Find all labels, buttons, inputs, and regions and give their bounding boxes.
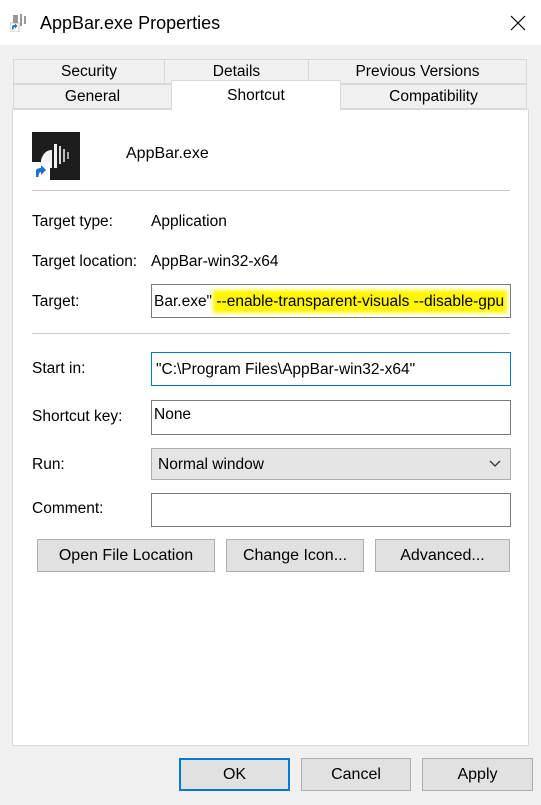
close-icon: [510, 15, 526, 30]
advanced-button[interactable]: Advanced...: [375, 539, 510, 572]
target-label: Target:: [32, 293, 80, 310]
open-file-location-button[interactable]: Open File Location: [37, 539, 215, 572]
shortcut-key-text: None: [154, 406, 192, 423]
change-icon-button[interactable]: Change Icon...: [226, 539, 364, 572]
close-button[interactable]: [495, 0, 541, 45]
title-bar: AppBar.exe Properties: [0, 0, 541, 45]
target-text-highlighted: --enable-transparent-visuals --disable-g…: [216, 293, 505, 310]
comment-input[interactable]: [151, 493, 511, 527]
tab-shortcut[interactable]: Shortcut: [171, 80, 341, 110]
ok-button[interactable]: OK: [179, 758, 290, 791]
comment-label: Comment:: [32, 500, 104, 517]
run-select[interactable]: Normal window: [151, 448, 511, 480]
target-text-start: Bar.exe": [154, 293, 217, 310]
target-location-label: Target location:: [32, 253, 138, 270]
run-select-value: Normal window: [158, 456, 264, 473]
app-icon: [10, 12, 30, 32]
tab-compatibility[interactable]: Compatibility: [340, 84, 527, 109]
tab-security[interactable]: Security: [13, 59, 165, 84]
separator: [32, 190, 510, 191]
apply-button[interactable]: Apply: [422, 758, 533, 791]
target-type-value: Application: [151, 213, 227, 230]
target-type-label: Target type:: [32, 213, 113, 230]
shortcut-key-label: Shortcut key:: [32, 408, 123, 425]
separator: [32, 333, 510, 334]
shortcut-name: AppBar.exe: [126, 145, 209, 162]
start-in-text: "C:\Program Files\AppBar-win32-x64": [156, 361, 416, 378]
shortcut-key-input[interactable]: None: [151, 400, 511, 435]
cancel-button[interactable]: Cancel: [301, 758, 411, 791]
start-in-input[interactable]: "C:\Program Files\AppBar-win32-x64": [151, 352, 511, 386]
run-label: Run:: [32, 456, 65, 473]
target-location-value: AppBar-win32-x64: [151, 253, 279, 270]
appbar-shortcut-icon: [32, 132, 80, 180]
target-input[interactable]: Bar.exe" --enable-transparent-visuals --…: [151, 284, 511, 318]
start-in-label: Start in:: [32, 360, 86, 377]
chevron-down-icon: [489, 460, 501, 467]
tab-general[interactable]: General: [13, 84, 172, 109]
window-title: AppBar.exe Properties: [40, 13, 221, 33]
